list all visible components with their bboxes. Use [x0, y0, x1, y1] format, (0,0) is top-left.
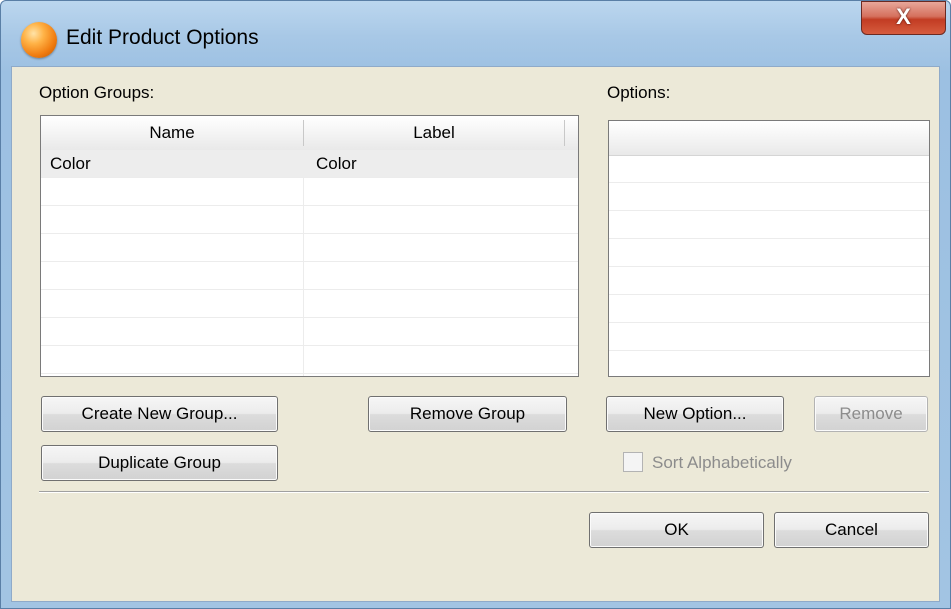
row-name-cell: Color [50, 154, 91, 173]
option-groups-header: Name Label [41, 116, 578, 151]
table-row-empty [609, 239, 929, 267]
option-groups-list[interactable]: Name Label Color Color [40, 115, 579, 377]
dialog-client-area: Option Groups: Name Label Color Color Op… [11, 66, 940, 602]
close-button[interactable]: X [861, 1, 946, 35]
title-bar[interactable]: Edit Product Options X [0, 0, 951, 66]
table-row[interactable]: Color Color [41, 150, 578, 178]
table-row-empty [609, 155, 929, 183]
orange-sphere-icon [21, 22, 57, 58]
option-groups-label: Option Groups: [39, 83, 155, 102]
table-row-empty [41, 178, 578, 206]
table-row-empty [609, 211, 929, 239]
options-header [609, 121, 929, 156]
dialog-window: Edit Product Options X Option Groups: Na… [0, 0, 951, 609]
table-row-empty [609, 323, 929, 351]
cancel-button[interactable]: Cancel [774, 512, 929, 548]
column-header-name[interactable]: Name [41, 116, 303, 150]
table-row-empty [609, 183, 929, 211]
table-row-empty [41, 346, 578, 374]
table-row-empty [609, 295, 929, 323]
column-header-label[interactable]: Label [304, 116, 564, 150]
create-new-group-button[interactable]: Create New Group... [41, 396, 278, 432]
remove-group-button[interactable]: Remove Group [368, 396, 567, 432]
table-row-empty [41, 290, 578, 318]
sort-alphabetically-checkbox[interactable] [623, 452, 643, 472]
options-list[interactable] [608, 120, 930, 377]
separator-line [39, 491, 929, 493]
column-separator[interactable] [564, 120, 565, 146]
table-row-empty [41, 262, 578, 290]
table-row-empty [609, 267, 929, 295]
new-option-button[interactable]: New Option... [606, 396, 784, 432]
duplicate-group-button[interactable]: Duplicate Group [41, 445, 278, 481]
table-row-empty [41, 234, 578, 262]
table-row-empty [41, 318, 578, 346]
sort-alphabetically-label[interactable]: Sort Alphabetically [652, 453, 792, 473]
ok-button[interactable]: OK [589, 512, 764, 548]
table-row-empty [609, 351, 929, 376]
window-title: Edit Product Options [66, 26, 259, 49]
remove-option-button[interactable]: Remove [814, 396, 928, 432]
options-label: Options: [607, 83, 671, 102]
row-label-cell: Color [316, 154, 357, 173]
table-row-empty [41, 206, 578, 234]
